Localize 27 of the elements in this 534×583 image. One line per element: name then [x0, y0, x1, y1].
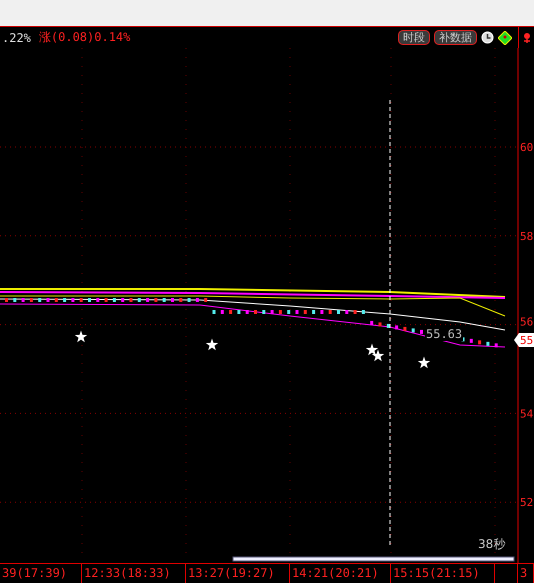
time-label: 3	[520, 566, 528, 580]
price-change: 涨(0.08)0.14%	[38, 29, 130, 46]
diamond-icon[interactable]	[498, 30, 512, 44]
toolbar-button[interactable]: 时段	[398, 30, 430, 45]
time-label: 12:33(18:33)	[84, 566, 171, 580]
star-marker	[74, 330, 88, 342]
star-marker	[366, 344, 378, 356]
time-label: 13:27(19:27)	[188, 566, 275, 580]
price-label: 54	[520, 407, 534, 420]
clock-icon[interactable]	[481, 31, 494, 44]
change-percent: .22%	[2, 30, 31, 44]
price-label: 52	[520, 496, 534, 510]
pin-icon[interactable]	[522, 32, 532, 44]
time-label: 15:15(21:15)	[393, 566, 480, 580]
price-reading: 55.63	[425, 326, 463, 341]
time-label: 14:21(20:21)	[292, 566, 379, 580]
star-marker	[206, 338, 218, 350]
toolbar-button[interactable]: 补数据	[434, 30, 477, 45]
countdown-label: 38秒	[478, 537, 506, 551]
scrollbar[interactable]	[232, 556, 514, 562]
price-label: 60	[520, 141, 534, 154]
star-marker	[418, 356, 430, 368]
price-label: 58	[520, 230, 534, 243]
star-marker	[372, 350, 384, 362]
price-label: 56	[520, 316, 534, 329]
time-label: 39(17:39)	[2, 566, 68, 580]
current-price-tag: 55	[514, 333, 534, 347]
